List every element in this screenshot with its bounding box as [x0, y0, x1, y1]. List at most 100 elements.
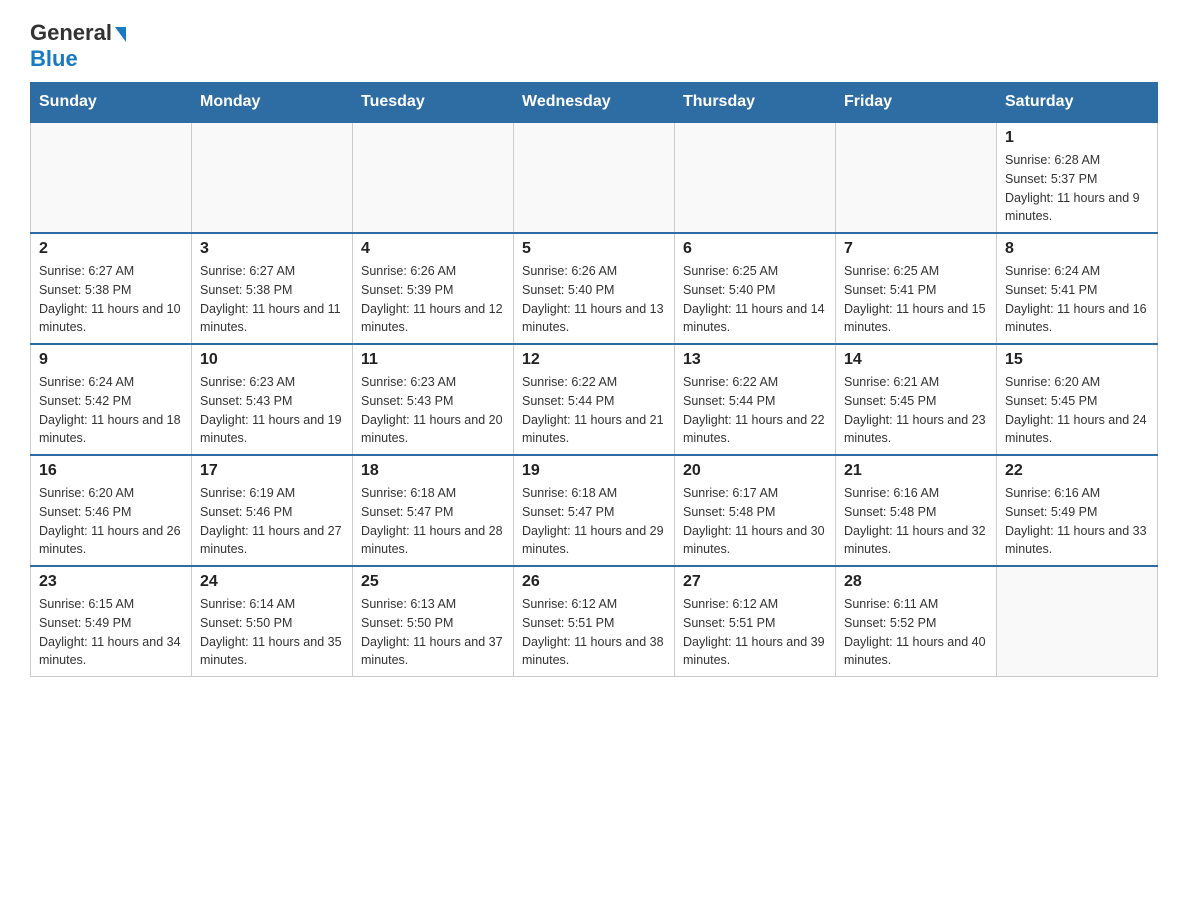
- day-of-week-header: Saturday: [997, 83, 1158, 123]
- calendar-week-row: 16 Sunrise: 6:20 AMSunset: 5:46 PMDayligh…: [31, 455, 1158, 566]
- day-number: 11: [361, 351, 505, 369]
- calendar-day-cell: [836, 122, 997, 233]
- day-info-text: Sunrise: 6:26 AMSunset: 5:39 PMDaylight:…: [361, 262, 505, 337]
- day-info-text: Sunrise: 6:19 AMSunset: 5:46 PMDaylight:…: [200, 484, 344, 559]
- day-info-text: Sunrise: 6:20 AMSunset: 5:45 PMDaylight:…: [1005, 373, 1149, 448]
- calendar-day-cell: 23 Sunrise: 6:15 AMSunset: 5:49 PMDayligh…: [31, 566, 192, 677]
- day-number: 12: [522, 351, 666, 369]
- day-info-text: Sunrise: 6:20 AMSunset: 5:46 PMDaylight:…: [39, 484, 183, 559]
- day-number: 20: [683, 462, 827, 480]
- calendar-day-cell: 7Sunrise: 6:25 AMSunset: 5:41 PMDaylight…: [836, 233, 997, 344]
- calendar-day-cell: 4Sunrise: 6:26 AMSunset: 5:39 PMDaylight…: [353, 233, 514, 344]
- logo-arrow-icon: [115, 27, 126, 42]
- day-number: 21: [844, 462, 988, 480]
- day-number: 14: [844, 351, 988, 369]
- day-number: 17: [200, 462, 344, 480]
- calendar-day-cell: 9 Sunrise: 6:24 AMSunset: 5:42 PMDaylight…: [31, 344, 192, 455]
- day-info-text: Sunrise: 6:14 AMSunset: 5:50 PMDaylight:…: [200, 595, 344, 670]
- day-info-text: Sunrise: 6:24 AMSunset: 5:42 PMDaylight:…: [39, 373, 183, 448]
- day-number: 10: [200, 351, 344, 369]
- calendar-day-cell: 13 Sunrise: 6:22 AMSunset: 5:44 PMDayligh…: [675, 344, 836, 455]
- day-number: 28: [844, 573, 988, 591]
- calendar-day-cell: 24 Sunrise: 6:14 AMSunset: 5:50 PMDayligh…: [192, 566, 353, 677]
- day-info-text: Sunrise: 6:12 AMSunset: 5:51 PMDaylight:…: [683, 595, 827, 670]
- calendar-table: SundayMondayTuesdayWednesdayThursdayFrid…: [30, 82, 1158, 677]
- calendar-day-cell: 15 Sunrise: 6:20 AMSunset: 5:45 PMDayligh…: [997, 344, 1158, 455]
- day-info-text: Sunrise: 6:23 AMSunset: 5:43 PMDaylight:…: [200, 373, 344, 448]
- day-info-text: Sunrise: 6:21 AMSunset: 5:45 PMDaylight:…: [844, 373, 988, 448]
- calendar-day-cell: 6 Sunrise: 6:25 AMSunset: 5:40 PMDaylight…: [675, 233, 836, 344]
- calendar-day-cell: 12 Sunrise: 6:22 AMSunset: 5:44 PMDayligh…: [514, 344, 675, 455]
- calendar-header-row: SundayMondayTuesdayWednesdayThursdayFrid…: [31, 83, 1158, 123]
- day-info-text: Sunrise: 6:28 AMSunset: 5:37 PMDaylight:…: [1005, 151, 1149, 226]
- day-info-text: Sunrise: 6:25 AMSunset: 5:40 PMDaylight:…: [683, 262, 827, 337]
- day-info-text: Sunrise: 6:16 AMSunset: 5:48 PMDaylight:…: [844, 484, 988, 559]
- day-number: 8: [1005, 240, 1149, 258]
- calendar-day-cell: 20 Sunrise: 6:17 AMSunset: 5:48 PMDayligh…: [675, 455, 836, 566]
- calendar-day-cell: [31, 122, 192, 233]
- calendar-day-cell: 27 Sunrise: 6:12 AMSunset: 5:51 PMDayligh…: [675, 566, 836, 677]
- day-of-week-header: Sunday: [31, 83, 192, 123]
- day-info-text: Sunrise: 6:18 AMSunset: 5:47 PMDaylight:…: [361, 484, 505, 559]
- calendar-day-cell: 16 Sunrise: 6:20 AMSunset: 5:46 PMDayligh…: [31, 455, 192, 566]
- day-number: 3: [200, 240, 344, 258]
- calendar-day-cell: 8 Sunrise: 6:24 AMSunset: 5:41 PMDaylight…: [997, 233, 1158, 344]
- day-info-text: Sunrise: 6:26 AMSunset: 5:40 PMDaylight:…: [522, 262, 666, 337]
- calendar-week-row: 9 Sunrise: 6:24 AMSunset: 5:42 PMDaylight…: [31, 344, 1158, 455]
- day-number: 26: [522, 573, 666, 591]
- calendar-day-cell: 5Sunrise: 6:26 AMSunset: 5:40 PMDaylight…: [514, 233, 675, 344]
- calendar-day-cell: 1Sunrise: 6:28 AMSunset: 5:37 PMDaylight…: [997, 122, 1158, 233]
- day-number: 25: [361, 573, 505, 591]
- calendar-day-cell: 17 Sunrise: 6:19 AMSunset: 5:46 PMDayligh…: [192, 455, 353, 566]
- logo: General Blue: [30, 20, 126, 72]
- calendar-day-cell: [675, 122, 836, 233]
- day-of-week-header: Friday: [836, 83, 997, 123]
- day-info-text: Sunrise: 6:16 AMSunset: 5:49 PMDaylight:…: [1005, 484, 1149, 559]
- logo-blue-text: Blue: [30, 46, 78, 71]
- day-info-text: Sunrise: 6:25 AMSunset: 5:41 PMDaylight:…: [844, 262, 988, 337]
- day-number: 9: [39, 351, 183, 369]
- calendar-day-cell: 25 Sunrise: 6:13 AMSunset: 5:50 PMDayligh…: [353, 566, 514, 677]
- day-number: 16: [39, 462, 183, 480]
- day-number: 15: [1005, 351, 1149, 369]
- calendar-day-cell: 21 Sunrise: 6:16 AMSunset: 5:48 PMDayligh…: [836, 455, 997, 566]
- day-info-text: Sunrise: 6:13 AMSunset: 5:50 PMDaylight:…: [361, 595, 505, 670]
- calendar-week-row: 2Sunrise: 6:27 AMSunset: 5:38 PMDaylight…: [31, 233, 1158, 344]
- day-info-text: Sunrise: 6:17 AMSunset: 5:48 PMDaylight:…: [683, 484, 827, 559]
- day-number: 23: [39, 573, 183, 591]
- calendar-day-cell: [353, 122, 514, 233]
- day-of-week-header: Monday: [192, 83, 353, 123]
- day-info-text: Sunrise: 6:15 AMSunset: 5:49 PMDaylight:…: [39, 595, 183, 670]
- calendar-day-cell: 2Sunrise: 6:27 AMSunset: 5:38 PMDaylight…: [31, 233, 192, 344]
- calendar-day-cell: [192, 122, 353, 233]
- day-info-text: Sunrise: 6:23 AMSunset: 5:43 PMDaylight:…: [361, 373, 505, 448]
- day-info-text: Sunrise: 6:27 AMSunset: 5:38 PMDaylight:…: [200, 262, 344, 337]
- page-header: General Blue: [30, 20, 1158, 72]
- day-number: 24: [200, 573, 344, 591]
- day-info-text: Sunrise: 6:18 AMSunset: 5:47 PMDaylight:…: [522, 484, 666, 559]
- day-info-text: Sunrise: 6:22 AMSunset: 5:44 PMDaylight:…: [522, 373, 666, 448]
- day-of-week-header: Tuesday: [353, 83, 514, 123]
- day-number: 22: [1005, 462, 1149, 480]
- day-info-text: Sunrise: 6:24 AMSunset: 5:41 PMDaylight:…: [1005, 262, 1149, 337]
- calendar-day-cell: 14 Sunrise: 6:21 AMSunset: 5:45 PMDayligh…: [836, 344, 997, 455]
- calendar-day-cell: 18 Sunrise: 6:18 AMSunset: 5:47 PMDayligh…: [353, 455, 514, 566]
- calendar-day-cell: [514, 122, 675, 233]
- day-number: 19: [522, 462, 666, 480]
- calendar-day-cell: 19 Sunrise: 6:18 AMSunset: 5:47 PMDayligh…: [514, 455, 675, 566]
- calendar-day-cell: 10 Sunrise: 6:23 AMSunset: 5:43 PMDayligh…: [192, 344, 353, 455]
- day-number: 27: [683, 573, 827, 591]
- calendar-day-cell: 11 Sunrise: 6:23 AMSunset: 5:43 PMDayligh…: [353, 344, 514, 455]
- calendar-day-cell: 22 Sunrise: 6:16 AMSunset: 5:49 PMDayligh…: [997, 455, 1158, 566]
- calendar-week-row: 23 Sunrise: 6:15 AMSunset: 5:49 PMDayligh…: [31, 566, 1158, 677]
- calendar-day-cell: 26 Sunrise: 6:12 AMSunset: 5:51 PMDayligh…: [514, 566, 675, 677]
- day-number: 13: [683, 351, 827, 369]
- day-info-text: Sunrise: 6:11 AMSunset: 5:52 PMDaylight:…: [844, 595, 988, 670]
- day-number: 6: [683, 240, 827, 258]
- day-of-week-header: Thursday: [675, 83, 836, 123]
- day-info-text: Sunrise: 6:12 AMSunset: 5:51 PMDaylight:…: [522, 595, 666, 670]
- calendar-day-cell: 3 Sunrise: 6:27 AMSunset: 5:38 PMDaylight…: [192, 233, 353, 344]
- day-number: 18: [361, 462, 505, 480]
- day-of-week-header: Wednesday: [514, 83, 675, 123]
- day-info-text: Sunrise: 6:22 AMSunset: 5:44 PMDaylight:…: [683, 373, 827, 448]
